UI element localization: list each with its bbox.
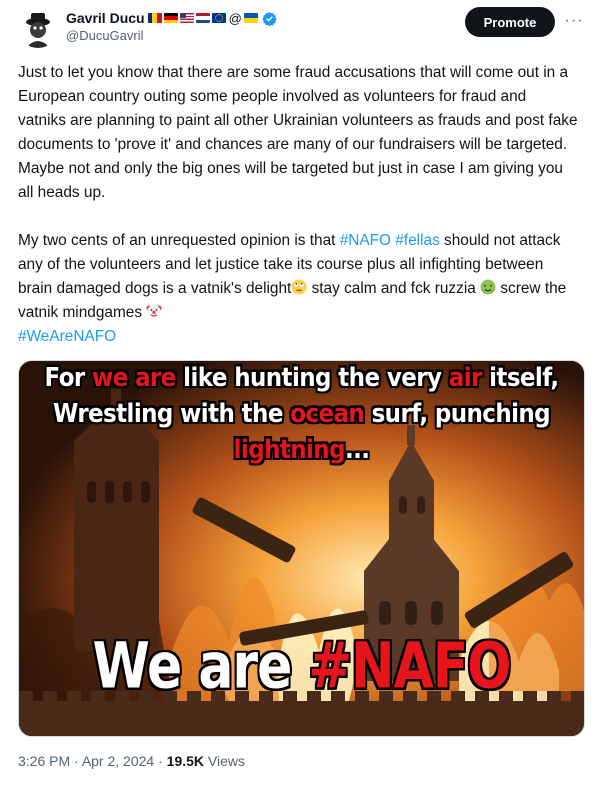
more-options-icon[interactable]: ···: [562, 10, 586, 32]
caption-red-run: ocean: [290, 399, 365, 429]
tweet-paragraph-3: #WeAreNAFO: [18, 325, 578, 349]
caption-run: For: [44, 363, 93, 393]
caption-run: We are: [92, 630, 309, 704]
caption-red-run: lightning: [233, 435, 346, 465]
tweet-paragraph-2: My two cents of an unrequested opinion i…: [18, 229, 578, 325]
rolling-eyes-emoji-icon: [291, 279, 307, 295]
caption-run: itself,: [481, 363, 559, 393]
tweet-paragraph-1: Just to let you know that there are some…: [18, 64, 578, 201]
author-name-row: Gavril Ducu @: [66, 9, 277, 27]
caption-run: like hunting the very: [175, 363, 449, 393]
name-at-sign: @: [228, 10, 242, 26]
tweet-text: Just to let you know that there are some…: [18, 61, 578, 349]
caption-run: ...: [344, 435, 370, 465]
caption-run: Wrestling with the: [52, 399, 291, 429]
tweet-time[interactable]: 3:26 PM: [18, 753, 70, 769]
nauseated-face-emoji-icon: [480, 279, 496, 295]
caption-run: surf, punching: [364, 399, 551, 429]
views-count: 19.5K: [166, 753, 205, 769]
flag-emojis: @: [147, 10, 259, 26]
tweet-date[interactable]: Apr 2, 2024: [82, 753, 154, 769]
eu-flag-icon: [211, 13, 226, 23]
hashtag-nafo-link[interactable]: #NAFO: [340, 232, 391, 249]
tweet-meta: 3:26 PM · Apr 2, 2024 · 19.5K Views: [18, 753, 245, 769]
ukraine-flag-icon: [243, 13, 258, 23]
usa-flag-icon: [179, 13, 194, 23]
hashtag-fellas-link[interactable]: #fellas: [395, 232, 440, 249]
image-caption-line-2: Wrestling with the ocean surf, punching: [19, 399, 584, 428]
verified-badge-icon: [262, 11, 277, 26]
netherlands-flag-icon: [195, 13, 210, 23]
meta-separator: ·: [70, 753, 82, 769]
germany-flag-icon: [163, 13, 178, 23]
tweet-card: Gavril Ducu @ @DucuGavril Promote ··· Ju…: [0, 0, 613, 790]
clown-face-emoji-icon: [146, 303, 162, 319]
image-caption-line-1: For we are like hunting the very air its…: [19, 363, 584, 392]
author-name[interactable]: Gavril Ducu: [66, 10, 145, 26]
text-run: stay calm and fck ruzzia: [307, 280, 481, 297]
author-handle[interactable]: @DucuGavril: [66, 28, 144, 43]
text-run: My two cents of an unrequested opinion i…: [18, 232, 340, 249]
promote-button[interactable]: Promote: [465, 7, 555, 37]
tweet-image[interactable]: For we are like hunting the very air its…: [18, 360, 585, 737]
hashtag-wearenafo-link[interactable]: #WeAreNAFO: [18, 328, 116, 345]
author-avatar[interactable]: [18, 8, 58, 48]
meta-separator: ·: [154, 753, 167, 769]
caption-red-run: #NAFO: [308, 630, 511, 704]
image-caption-line-3: lightning...: [19, 435, 584, 464]
romania-flag-icon: [147, 13, 162, 23]
caption-red-run: we are: [92, 363, 176, 393]
caption-red-run: air: [448, 363, 483, 393]
image-caption-big: We are #NAFO: [19, 630, 584, 703]
views-label: Views: [204, 753, 245, 769]
